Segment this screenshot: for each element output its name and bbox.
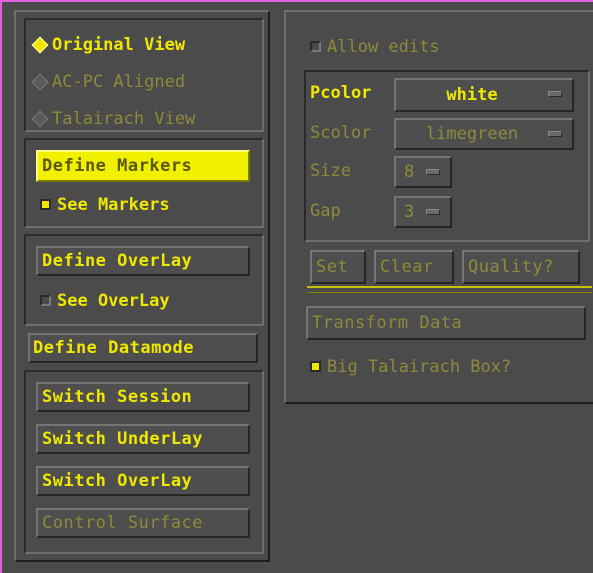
quality-button[interactable]: Quality?: [462, 250, 580, 284]
see-markers-checkbox[interactable]: See Markers: [38, 194, 170, 216]
pcolor-option-menu[interactable]: white: [394, 78, 574, 112]
switch-group: Switch Session Switch UnderLay Switch Ov…: [24, 370, 264, 554]
radio-talairach-view[interactable]: Talairach View: [30, 108, 195, 130]
allow-edits-label: Allow edits: [327, 37, 440, 57]
option-menu-indicator: [426, 169, 440, 175]
checkbox-unchecked-indicator: [310, 40, 321, 52]
separator: [307, 286, 592, 288]
option-menu-indicator: [548, 131, 562, 137]
allow-edits-checkbox[interactable]: Allow edits: [308, 36, 440, 58]
radio-ac-pc-aligned-label: AC-PC Aligned: [52, 72, 186, 92]
pcolor-label: Pcolor: [310, 83, 372, 103]
see-overlay-checkbox[interactable]: See OverLay: [38, 290, 170, 312]
checkbox-checked-indicator: [310, 360, 321, 372]
radio-talairach-view-label: Talairach View: [52, 109, 196, 129]
big-talairach-box-label: Big Talairach Box?: [327, 357, 512, 377]
checkbox-checked-indicator: [40, 198, 51, 210]
see-overlay-label: See OverLay: [57, 291, 170, 311]
define-datamode-button[interactable]: Define Datamode: [28, 333, 258, 363]
radio-selected-indicator: [31, 36, 49, 53]
set-button[interactable]: Set: [310, 250, 366, 284]
switch-underlay-button[interactable]: Switch UnderLay: [36, 424, 250, 454]
define-overlay-button[interactable]: Define OverLay: [36, 246, 250, 276]
left-column: Original View AC-PC Aligned Talairach Vi…: [14, 10, 270, 562]
markers-group: Define Markers See Markers: [24, 138, 264, 228]
see-markers-label: See Markers: [57, 195, 170, 215]
scolor-label: Scolor: [310, 123, 372, 143]
option-menu-indicator: [548, 91, 562, 97]
gap-value: 3: [404, 202, 415, 222]
scolor-option-menu[interactable]: limegreen: [394, 118, 574, 150]
control-surface-button[interactable]: Control Surface: [36, 508, 250, 538]
radio-original-view-label: Original View: [52, 35, 186, 55]
define-markers-button[interactable]: Define Markers: [36, 150, 250, 182]
clear-button[interactable]: Clear: [374, 250, 454, 284]
view-mode-group: Original View AC-PC Aligned Talairach Vi…: [24, 18, 264, 132]
radio-unselected-indicator: [31, 110, 49, 127]
scolor-value: limegreen: [425, 124, 519, 144]
transform-data-button[interactable]: Transform Data: [306, 306, 586, 340]
switch-session-button[interactable]: Switch Session: [36, 382, 250, 412]
size-value: 8: [404, 162, 415, 182]
switch-overlay-button[interactable]: Switch OverLay: [36, 466, 250, 496]
option-menu-indicator: [426, 209, 440, 215]
gap-label: Gap: [310, 201, 341, 221]
radio-original-view[interactable]: Original View: [30, 34, 185, 56]
size-option-menu[interactable]: 8: [394, 156, 452, 188]
gap-option-menu[interactable]: 3: [394, 196, 452, 228]
separator: [307, 292, 592, 293]
right-column: Allow edits Pcolor white Scolor limegree…: [284, 10, 593, 404]
marker-settings-group: Pcolor white Scolor limegreen Size 8 Gap…: [304, 70, 590, 242]
window-frame: Original View AC-PC Aligned Talairach Vi…: [0, 0, 593, 573]
radio-ac-pc-aligned[interactable]: AC-PC Aligned: [30, 71, 185, 93]
big-talairach-box-checkbox[interactable]: Big Talairach Box?: [308, 356, 511, 378]
pcolor-value: white: [446, 85, 498, 105]
checkbox-unchecked-indicator: [40, 294, 51, 306]
radio-unselected-indicator: [31, 73, 49, 90]
size-label: Size: [310, 161, 351, 181]
overlay-group: Define OverLay See OverLay: [24, 234, 264, 326]
